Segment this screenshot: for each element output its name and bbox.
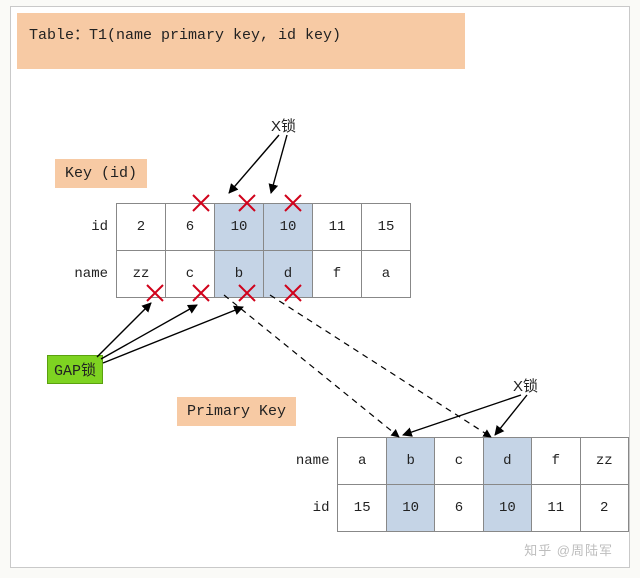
table-row: id 2 6 10 10 11 15 xyxy=(47,204,411,251)
gap-lock-arrows xyxy=(97,303,243,363)
row-header: id xyxy=(47,204,117,251)
diagram-frame: Table：T1(name primary key, id key) Key (… xyxy=(10,6,630,568)
primary-key-label: Primary Key xyxy=(177,397,296,426)
table-row: name zz c b d f a xyxy=(47,251,411,298)
xlock-bottom-label: X锁 xyxy=(513,375,538,396)
row-header: name xyxy=(269,438,338,485)
gap-lock-label: GAP锁 xyxy=(47,355,103,384)
xlock-top-label: X锁 xyxy=(271,115,296,136)
index-table: id 2 6 10 10 11 15 name zz c b d f a xyxy=(47,203,411,298)
row-header: name xyxy=(47,251,117,298)
table-row: name a b c d f zz xyxy=(269,438,629,485)
watermark: 知乎 @周陆军 xyxy=(524,540,613,559)
row-header: id xyxy=(269,485,338,532)
table-definition-text: Table：T1(name primary key, id key) xyxy=(29,27,341,44)
key-id-label: Key (id) xyxy=(55,159,147,188)
primary-table: name a b c d f zz id 15 10 6 10 11 2 xyxy=(269,437,629,532)
xlock-top-arrows xyxy=(229,135,287,193)
xlock-bottom-arrows xyxy=(403,395,527,435)
table-row: id 15 10 6 10 11 2 xyxy=(269,485,629,532)
table-definition-banner: Table：T1(name primary key, id key) xyxy=(17,13,465,69)
